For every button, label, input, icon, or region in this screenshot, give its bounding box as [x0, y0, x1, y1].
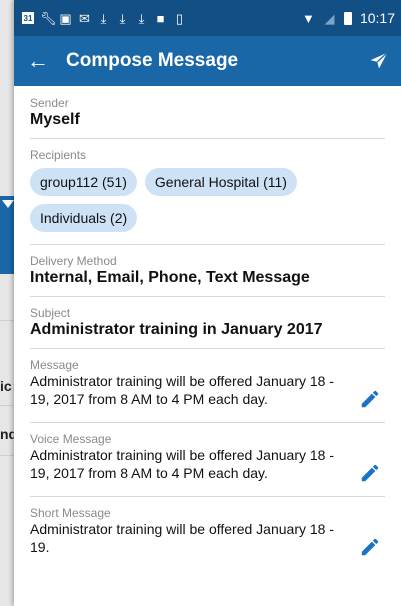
message-label: Message — [30, 358, 79, 372]
voice-message-label: Voice Message — [30, 432, 112, 446]
subject-field[interactable]: Subject Administrator training in Januar… — [30, 297, 385, 349]
calendar-icon: 31 — [22, 12, 34, 24]
background-divider — [0, 455, 14, 456]
pencil-icon — [361, 538, 379, 556]
recipient-chips: group112 (51) General Hospital (11) Indi… — [30, 168, 385, 232]
edit-message-button[interactable] — [359, 388, 381, 410]
recipients-label: Recipients — [30, 148, 87, 162]
no-signal-icon: ◢ — [324, 10, 335, 26]
battery-icon — [343, 11, 352, 25]
background-text-1: ic — [0, 378, 12, 394]
back-button[interactable]: ← — [14, 48, 62, 74]
short-message-label: Short Message — [30, 506, 111, 520]
delivery-method-value: Internal, Email, Phone, Text Message — [30, 269, 310, 286]
pencil-icon — [361, 390, 379, 408]
send-button[interactable] — [357, 51, 401, 71]
background-dropdown-icon — [2, 200, 14, 208]
app-bar: ← Compose Message — [14, 36, 401, 86]
send-icon — [370, 52, 388, 69]
image-icon: ▣ — [59, 10, 72, 26]
download-icon: ⤓ — [138, 10, 145, 26]
background-divider — [0, 405, 14, 406]
recipients-field: Recipients group112 (51) General Hospita… — [30, 139, 385, 245]
compose-screen: 31 🔧︎ ▣ ✉ ⤓ ⤓ ⤓ ■ ▯ ▼ ◢ 10:17 ← Compose … — [14, 0, 401, 606]
status-time: 10:17 — [359, 10, 395, 26]
download-icon: ⤓ — [100, 10, 107, 26]
edit-short-message-button[interactable] — [359, 536, 381, 558]
short-message-field[interactable]: Short Message Administrator training wil… — [30, 497, 385, 570]
status-bar: 31 🔧︎ ▣ ✉ ⤓ ⤓ ⤓ ■ ▯ ▼ ◢ 10:17 — [14, 0, 401, 36]
delivery-method-field[interactable]: Delivery Method Internal, Email, Phone, … — [30, 245, 385, 297]
message-value: Administrator training will be offered J… — [30, 373, 335, 407]
sender-field: Sender Myself — [30, 94, 385, 139]
delivery-method-label: Delivery Method — [30, 254, 117, 268]
message-field[interactable]: Message Administrator training will be o… — [30, 349, 385, 423]
subject-value: Administrator training in January 2017 — [30, 321, 323, 338]
recipient-chip[interactable]: General Hospital (11) — [144, 168, 297, 196]
wrench-icon: 🔧︎ — [40, 10, 57, 26]
recipient-chip[interactable]: Individuals (2) — [30, 204, 138, 232]
subject-label: Subject — [30, 306, 71, 320]
background-text-2: nd — [0, 426, 14, 442]
background-divider — [0, 320, 14, 321]
wifi-icon: ▼ — [302, 10, 315, 26]
sender-value: Myself — [30, 111, 80, 128]
mail-icon: ✉ — [79, 10, 90, 26]
voice-message-field[interactable]: Voice Message Administrator training wil… — [30, 423, 385, 497]
edit-voice-message-button[interactable] — [359, 462, 381, 484]
download-icon: ⤓ — [119, 10, 126, 26]
compose-form: Sender Myself Recipients group112 (51) G… — [14, 86, 401, 570]
sender-label: Sender — [30, 96, 69, 110]
recipient-chip[interactable]: group112 (51) — [30, 168, 137, 196]
sd-card-icon: ▯ — [175, 10, 184, 26]
arrow-back-icon: ← — [27, 48, 49, 73]
page-title: Compose Message — [66, 50, 239, 71]
voice-message-value: Administrator training will be offered J… — [30, 447, 335, 481]
pencil-icon — [361, 464, 379, 482]
short-message-value: Administrator training will be offered J… — [30, 521, 335, 555]
folder-icon: ■ — [156, 10, 165, 26]
